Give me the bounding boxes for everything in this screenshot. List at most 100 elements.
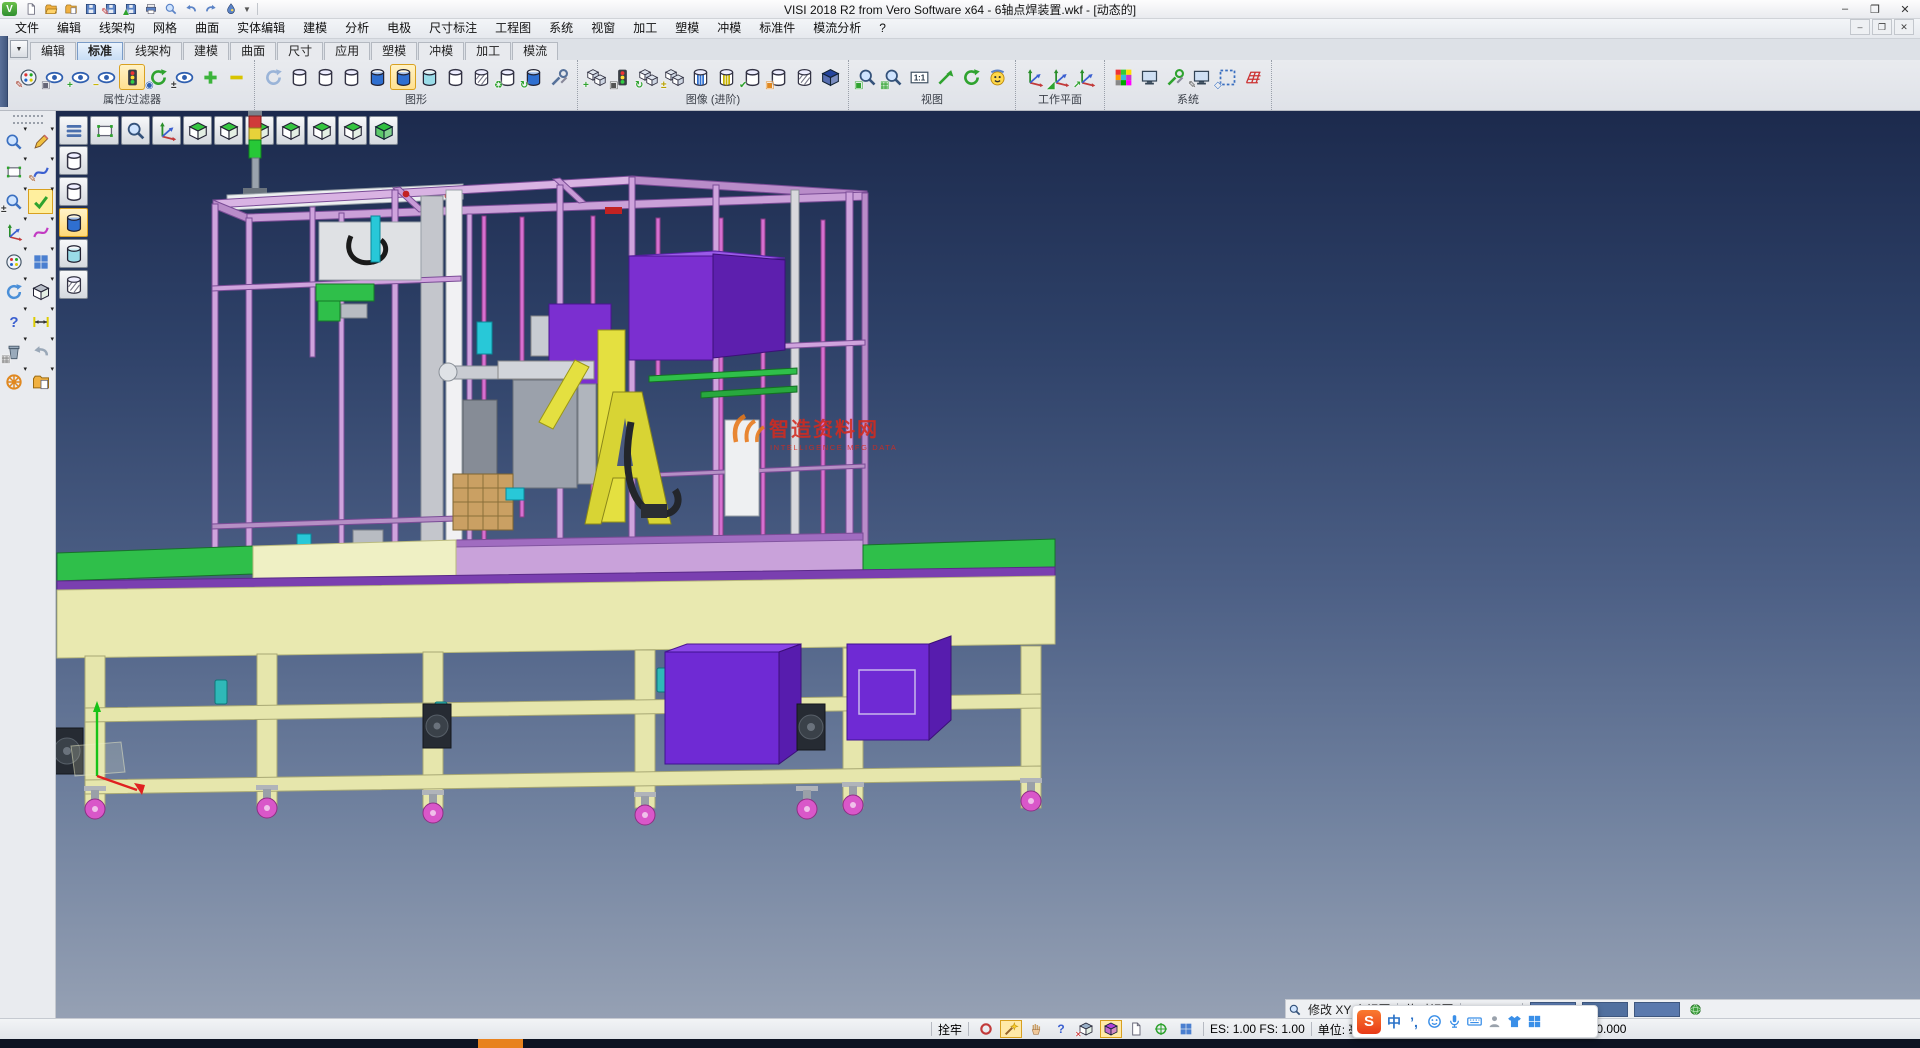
view-right-icon[interactable]	[276, 116, 305, 145]
advanced-add-icon[interactable]: +	[583, 64, 609, 90]
save-all-icon[interactable]: ▲	[121, 1, 140, 17]
menu-item[interactable]: 塑模	[666, 19, 708, 38]
save-icon[interactable]	[81, 1, 100, 17]
online-globe-icon[interactable]	[1686, 1002, 1706, 1018]
shading-wireframe-icon[interactable]	[59, 146, 88, 175]
fit-view-icon[interactable]	[90, 116, 119, 145]
tab-machining[interactable]: 加工	[465, 42, 511, 60]
menu-item[interactable]: 视窗	[582, 19, 624, 38]
zoom-highlight-icon[interactable]	[1, 129, 26, 154]
help-icon[interactable]	[1, 309, 26, 334]
window-close-button[interactable]: ✕	[1890, 1, 1920, 17]
menu-item[interactable]: 模流分析	[804, 19, 870, 38]
sketch-erase-icon[interactable]	[28, 129, 53, 154]
axis-orientation-icon[interactable]	[152, 116, 181, 145]
display-settings-icon[interactable]	[1136, 64, 1162, 90]
shaded-edges-mode-icon[interactable]	[390, 64, 416, 90]
windows-icon[interactable]	[1175, 1020, 1197, 1038]
export-solid-icon[interactable]: ▣	[765, 64, 791, 90]
pick-hand-icon[interactable]	[1025, 1020, 1047, 1038]
tab-flow[interactable]: 模流	[512, 42, 558, 60]
sketch-spline-icon[interactable]: ✎	[28, 159, 53, 184]
menu-item[interactable]: 工程图	[486, 19, 540, 38]
color-table-icon[interactable]	[1110, 64, 1136, 90]
wireframe-mode-icon[interactable]	[286, 64, 312, 90]
save-as-icon[interactable]: ✎	[101, 1, 120, 17]
tab-die[interactable]: 冲模	[418, 42, 464, 60]
active-solid-icon[interactable]	[1100, 1020, 1122, 1038]
tab-edit[interactable]: 编辑	[30, 42, 76, 60]
zoom-extents-icon[interactable]: ▦	[880, 64, 906, 90]
menu-item[interactable]: 建模	[294, 19, 336, 38]
zoom-model-icon[interactable]: ▣	[854, 64, 880, 90]
tab-dropdown-button[interactable]: ▼	[10, 40, 28, 58]
tab-modeling[interactable]: 建模	[183, 42, 229, 60]
viewport-menu-icon[interactable]	[59, 116, 88, 145]
mdi-restore-button[interactable]: ❐	[1872, 19, 1892, 35]
datum-icon[interactable]	[1150, 1020, 1172, 1038]
workplane-axis-icon[interactable]	[1021, 64, 1047, 90]
redo-icon[interactable]	[201, 1, 220, 17]
grid-settings-icon[interactable]	[1240, 64, 1266, 90]
preview-icon[interactable]	[161, 1, 180, 17]
menu-item[interactable]: 网格	[144, 19, 186, 38]
solids-icon[interactable]	[28, 279, 53, 304]
attributes-editor-icon[interactable]: ✎	[15, 64, 41, 90]
menu-item[interactable]: 标准件	[750, 19, 804, 38]
ime-mic-icon[interactable]	[1444, 1010, 1464, 1034]
table-config-icon[interactable]: ✎	[1188, 64, 1214, 90]
view-top-icon[interactable]	[183, 116, 212, 145]
view-refresh-icon[interactable]	[958, 64, 984, 90]
manipulator-icon[interactable]	[1, 369, 26, 394]
menu-item[interactable]: 分析	[336, 19, 378, 38]
menu-item[interactable]: 线架构	[90, 19, 144, 38]
lock-toggle[interactable]: 拴牢	[938, 1021, 962, 1038]
tab-standard[interactable]: 标准	[77, 42, 123, 60]
ime-keyboard-icon[interactable]	[1464, 1010, 1484, 1034]
graphics-refresh-icon[interactable]	[260, 64, 286, 90]
view-back-icon[interactable]	[338, 116, 367, 145]
convert-graphics-icon[interactable]: ↻	[520, 64, 546, 90]
view-left-icon[interactable]	[245, 116, 274, 145]
measure-icon[interactable]	[28, 309, 53, 334]
print-icon[interactable]	[141, 1, 160, 17]
ucs-axis-icon[interactable]	[1, 219, 26, 244]
system-settings-icon[interactable]	[1162, 64, 1188, 90]
ime-punct-mode[interactable]: ’,	[1404, 1010, 1424, 1034]
capture-icon[interactable]	[221, 1, 240, 17]
confirm-selection-icon[interactable]	[28, 189, 53, 214]
mdi-minimize-button[interactable]: –	[1850, 19, 1870, 35]
striped-cylinder-alt-icon[interactable]	[713, 64, 739, 90]
dashed-hidden-mode-icon[interactable]	[338, 64, 364, 90]
shaded-mode-icon[interactable]	[364, 64, 390, 90]
filter-refresh-icon[interactable]: ◉	[145, 64, 171, 90]
ime-sogou-logo[interactable]: S	[1357, 1010, 1381, 1034]
wire-solid-icon[interactable]	[791, 64, 817, 90]
ime-account-icon[interactable]	[1484, 1010, 1504, 1034]
advanced-traffic-icon[interactable]: ▣	[609, 64, 635, 90]
window-maximize-button[interactable]: ❐	[1860, 1, 1890, 17]
translucent-mode-icon[interactable]	[416, 64, 442, 90]
zoom-dynamic-icon[interactable]: ±	[1, 189, 26, 214]
filter-toggle-icon[interactable]: ±	[171, 64, 197, 90]
menu-item[interactable]: 曲面	[186, 19, 228, 38]
hatched-mode-icon[interactable]	[468, 64, 494, 90]
tab-dimension[interactable]: 尺寸	[277, 42, 323, 60]
attributes-image-icon[interactable]: ▣	[41, 64, 67, 90]
workplane-create-icon[interactable]: ◢	[1047, 64, 1073, 90]
zoom-1-1-icon[interactable]	[906, 64, 932, 90]
view-bottom-icon[interactable]	[214, 116, 243, 145]
outline-mode-icon[interactable]	[442, 64, 468, 90]
open-file-icon[interactable]	[41, 1, 60, 17]
shading-hidden-line-icon[interactable]	[59, 177, 88, 206]
striped-cylinder-icon[interactable]	[687, 64, 713, 90]
record-icon[interactable]	[975, 1020, 997, 1038]
regen-icon[interactable]	[1, 279, 26, 304]
undo-icon[interactable]	[181, 1, 200, 17]
view-iso-icon[interactable]	[369, 116, 398, 145]
show-all-icon[interactable]	[197, 64, 223, 90]
ime-toolbox-icon[interactable]	[1524, 1010, 1544, 1034]
panel-handle[interactable]	[0, 36, 8, 107]
filter-show-icon[interactable]: +	[67, 64, 93, 90]
hide-all-icon[interactable]	[223, 64, 249, 90]
